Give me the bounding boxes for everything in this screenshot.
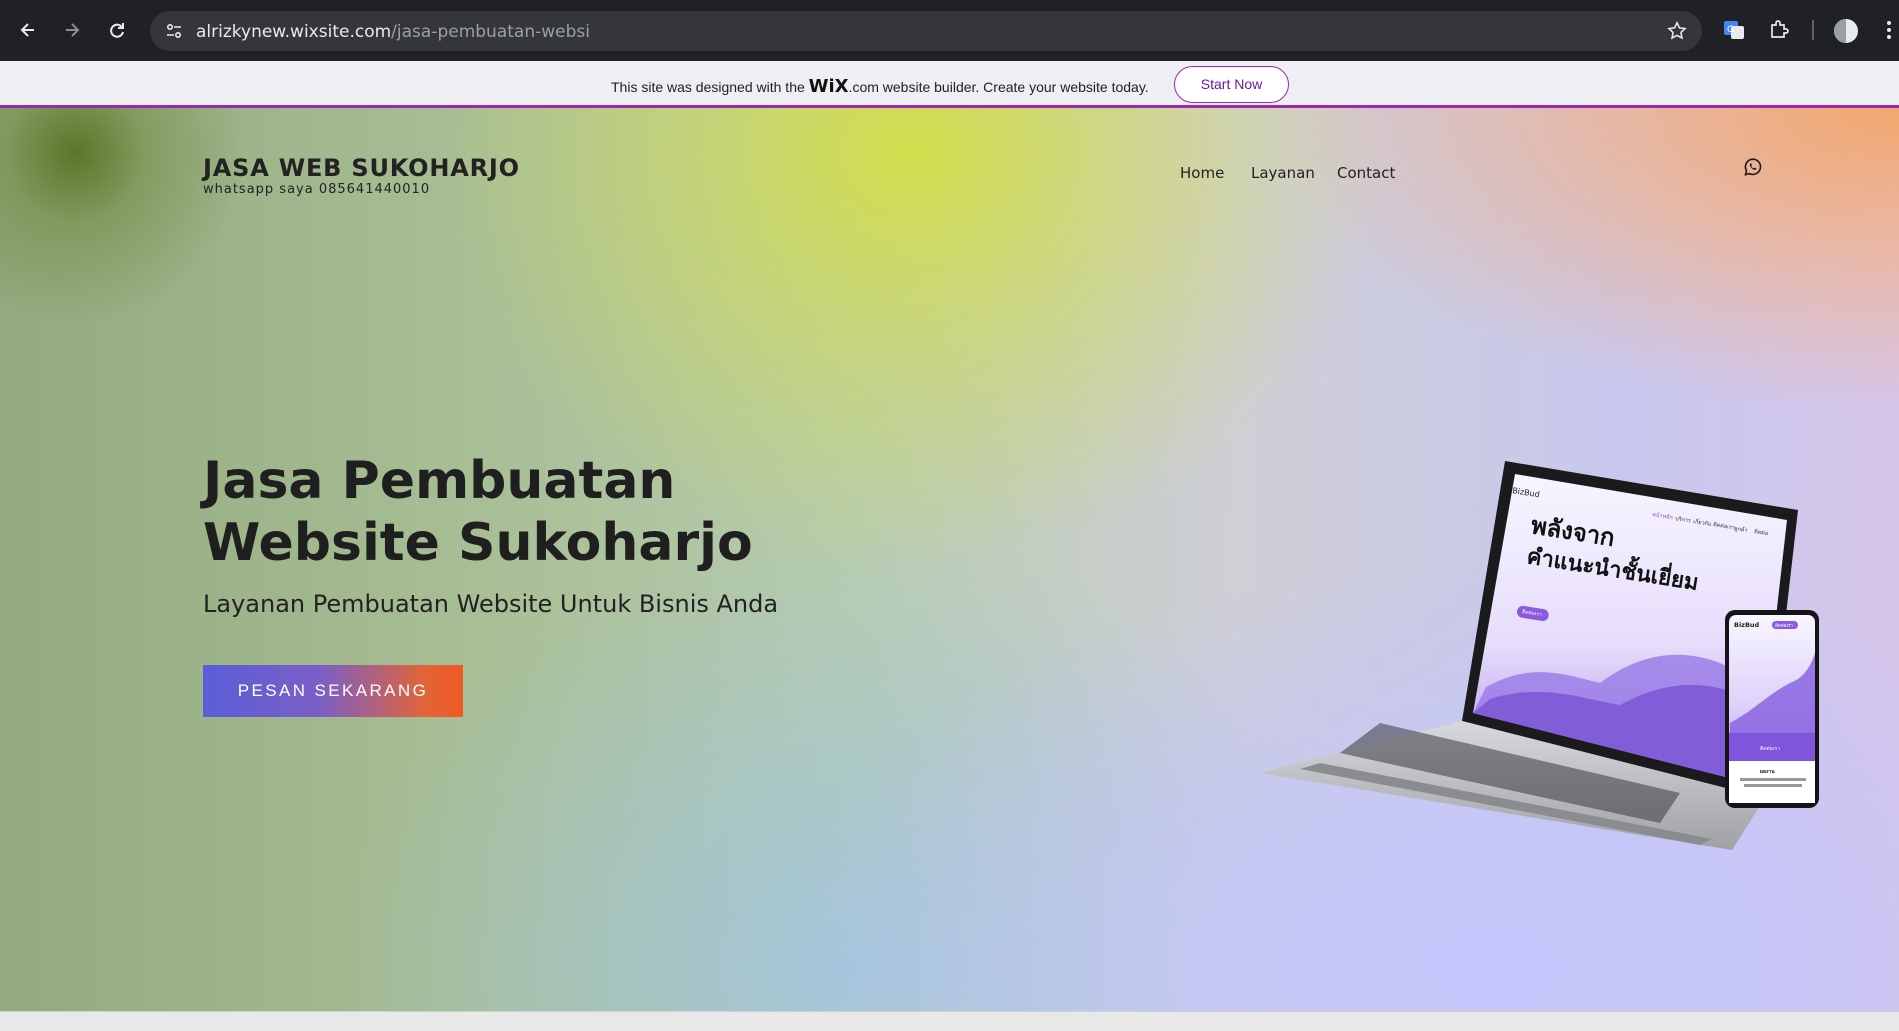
arrow-left-icon [20, 23, 34, 37]
url-path: /jasa-pembuatan-websi [391, 22, 590, 42]
start-now-button[interactable]: Start Now [1174, 66, 1289, 103]
mockup-phone-caption: ผลงาน [1760, 769, 1775, 775]
site-title[interactable]: JASA WEB SUKOHARJO [203, 154, 520, 182]
svg-text:G: G [1727, 25, 1734, 35]
url-text: alrizkynew.wixsite.com/jasa-pembuatan-we… [196, 22, 590, 42]
hero-heading-line1: Jasa Pembuatan [203, 451, 676, 511]
forward-button[interactable] [56, 14, 88, 46]
wix-banner-text-after: .com website builder. Create your websit… [848, 79, 1149, 95]
translate-icon[interactable]: G [1722, 18, 1746, 42]
mockup-phone-brand: BizBud [1734, 621, 1760, 629]
page-bottom-edge [0, 1011, 1899, 1031]
hero-subheading: Layanan Pembuatan Website Untuk Bisnis A… [203, 590, 779, 618]
wix-banner-text-before: This site was designed with the [611, 79, 809, 95]
nav-contact[interactable]: Contact [1337, 164, 1395, 182]
puzzle-icon[interactable] [1767, 18, 1791, 42]
reload-icon [110, 23, 124, 38]
whatsapp-icon[interactable] [1743, 157, 1763, 177]
site-tagline: whatsapp saya 085641440010 [203, 182, 431, 197]
mockup-phone-button: ติดต่อเรา [1775, 623, 1794, 629]
star-icon[interactable] [1666, 20, 1688, 42]
device-mockup-image: BizBud หน้าหลัก บริการ เกี่ยวกับ ติดต่อเ… [1260, 353, 1830, 853]
laptop-phone-illustration: BizBud หน้าหลัก บริการ เกี่ยวกับ ติดต่อเ… [1260, 461, 1819, 850]
mockup-phone-label: ติดต่อเรา [1760, 745, 1780, 752]
address-bar[interactable]: alrizkynew.wixsite.com/jasa-pembuatan-we… [150, 11, 1702, 51]
url-host: alrizkynew.wixsite.com [196, 22, 392, 42]
hero-heading: Jasa Pembuatan Website Sukoharjo [203, 450, 753, 574]
back-button[interactable] [12, 14, 44, 46]
wix-banner-text: This site was designed with the WiX.com … [611, 76, 1149, 97]
hero-section: JASA WEB SUKOHARJO whatsapp saya 0856414… [0, 108, 1899, 1011]
hero-heading-line2: Website Sukoharjo [203, 513, 753, 573]
profile-avatar-icon[interactable] [1833, 18, 1859, 44]
wix-logo[interactable]: WiX [809, 76, 849, 97]
pesan-sekarang-button[interactable]: PESAN SEKARANG [203, 665, 463, 717]
site-info-icon[interactable] [164, 21, 184, 41]
reload-button[interactable] [101, 14, 133, 46]
toolbar-divider [1812, 20, 1814, 40]
arrow-right-icon [66, 23, 80, 37]
nav-home[interactable]: Home [1180, 164, 1224, 182]
wix-ad-banner: This site was designed with the WiX.com … [0, 61, 1899, 108]
nav-layanan[interactable]: Layanan [1251, 164, 1315, 182]
browser-toolbar: alrizkynew.wixsite.com/jasa-pembuatan-we… [0, 0, 1899, 61]
kebab-icon[interactable] [1884, 18, 1894, 42]
